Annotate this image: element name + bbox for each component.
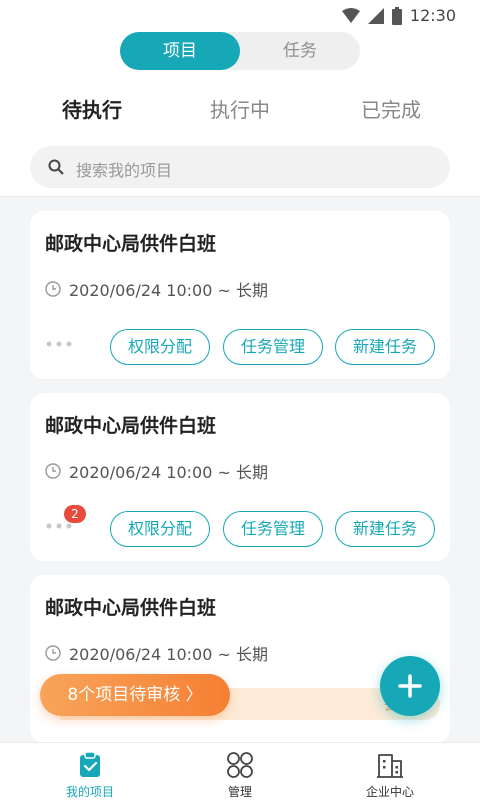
status-bar: 12:30 [0,0,480,32]
project-time-text: 2020/06/24 10:00 ~ 长期 [69,645,268,664]
project-card[interactable]: 邮政中心局供件白班 2020/06/24 10:00 ~ 长期 权限分配 任务管… [30,211,450,379]
tab-completed[interactable]: 已完成 [361,94,421,123]
nav-label: 我的项目 [65,785,114,799]
project-time: 2020/06/24 10:00 ~ 长期 [45,277,268,301]
project-time: 2020/06/24 10:00 ~ 长期 [45,641,268,665]
task-manage-button[interactable]: 任务管理 [223,329,323,365]
segment-projects[interactable]: 项目 [120,32,240,70]
tab-pending[interactable]: 待执行 [62,94,122,123]
clipboard-check-icon [80,751,100,777]
grid-icon [227,752,253,778]
more-icon[interactable] [46,339,72,349]
clock-icon [45,463,61,479]
nav-my-projects[interactable]: 我的项目 [10,743,170,800]
project-title: 邮政中心局供件白班 [45,233,217,255]
search-icon [48,159,64,175]
project-time-text: 2020/06/24 10:00 ~ 长期 [69,463,268,482]
project-card[interactable]: 邮政中心局供件白班 2020/06/24 10:00 ~ 长期 2 权限分配 任… [30,393,450,561]
task-manage-button[interactable]: 任务管理 [223,511,323,547]
tab-in-progress[interactable]: 执行中 [210,94,270,123]
nav-label: 管理 [227,785,252,799]
building-icon [377,754,403,778]
status-time: 12:30 [409,6,456,25]
new-task-button[interactable]: 新建任务 [335,329,435,365]
project-title: 邮政中心局供件白班 [45,597,217,619]
segment-tasks[interactable]: 任务 [240,32,360,70]
nav-enterprise-center[interactable]: 企业中心 [310,743,470,800]
battery-icon [391,6,402,25]
add-fab-button[interactable] [380,656,440,716]
nav-label: 企业中心 [365,785,414,799]
status-icons: 12:30 [341,6,456,25]
search-input[interactable]: 搜索我的项目 [30,146,450,188]
plus-icon [398,674,422,698]
search-placeholder: 搜索我的项目 [76,161,173,180]
segment-control: 项目 任务 [120,32,360,70]
notification-badge: 2 [64,505,86,523]
wifi-icon [341,7,360,23]
permission-button[interactable]: 权限分配 [110,329,210,365]
project-time-text: 2020/06/24 10:00 ~ 长期 [69,281,268,300]
project-title: 邮政中心局供件白班 [45,415,217,437]
new-task-button[interactable]: 新建任务 [335,511,435,547]
clock-icon [45,645,61,661]
nav-manage[interactable]: 管理 [160,743,320,800]
signal-icon [367,7,384,24]
permission-button[interactable]: 权限分配 [110,511,210,547]
project-time: 2020/06/24 10:00 ~ 长期 [45,459,268,483]
bottom-nav: 我的项目 管理 企业中心 [0,742,480,800]
pending-review-button[interactable]: 8个项目待审核 〉 [40,674,230,716]
more-icon[interactable] [46,521,72,531]
clock-icon [45,281,61,297]
